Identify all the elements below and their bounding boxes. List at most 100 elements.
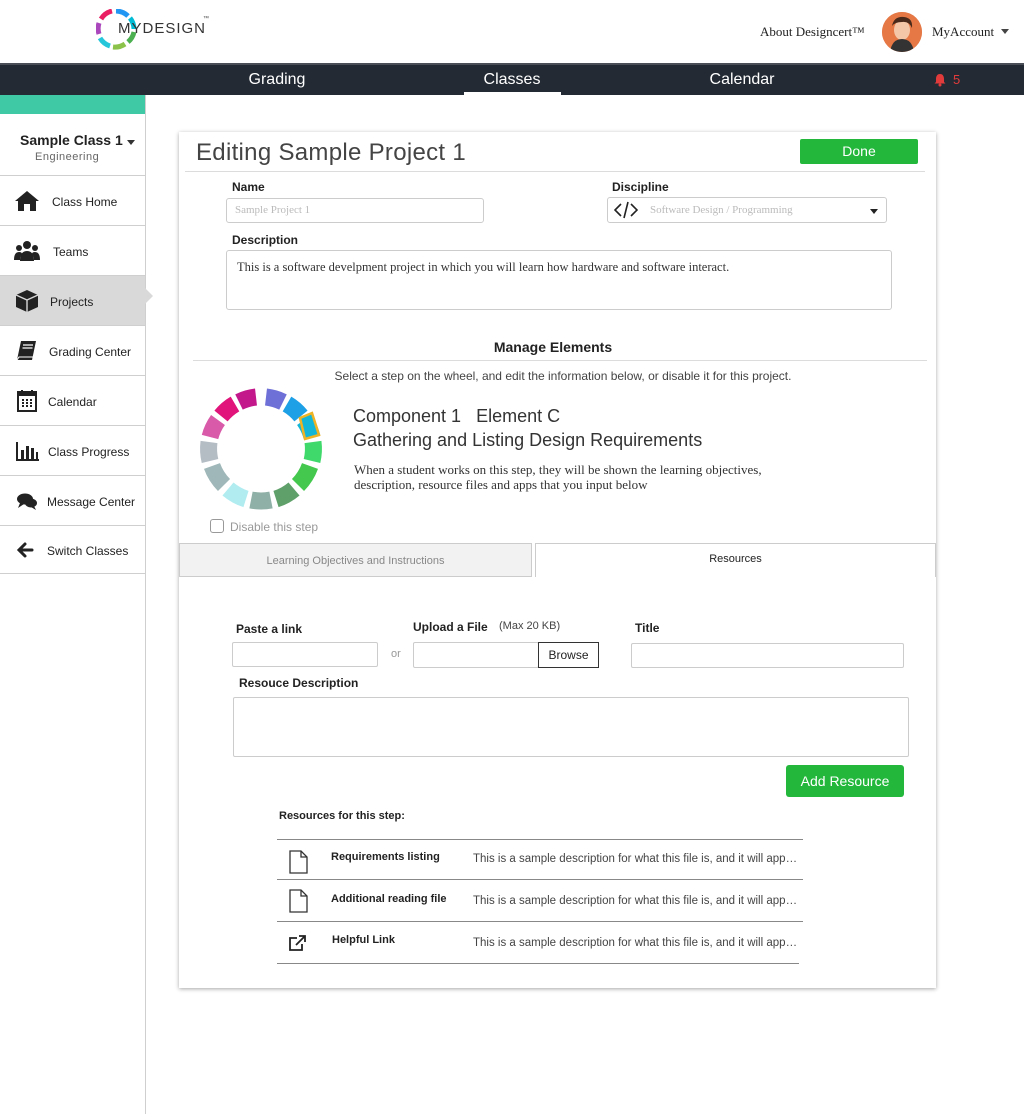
sidebar-item-message-center[interactable]: Message Center: [0, 476, 145, 526]
discipline-value: Software Design / Programming: [650, 204, 793, 216]
notification-count[interactable]: 5: [953, 72, 960, 87]
class-selector[interactable]: Sample Class 1 Engineering: [0, 114, 145, 176]
sidebar-item-grading-center[interactable]: Grading Center: [0, 326, 145, 376]
browse-button[interactable]: Browse: [538, 642, 599, 668]
description-label: Description: [232, 233, 299, 247]
component-title: Component 1 Element C: [353, 406, 561, 426]
disable-step-label[interactable]: Disable this step: [230, 520, 318, 534]
nav-tab-classes[interactable]: Classes: [464, 71, 560, 89]
wheel-segment[interactable]: [264, 388, 287, 410]
project-editor-card: Editing Sample Project 1 Done Name Sampl…: [179, 132, 936, 988]
title-label: Title: [635, 621, 660, 635]
book-icon: [16, 341, 36, 361]
done-button[interactable]: Done: [800, 139, 918, 164]
calendar-icon: [17, 390, 37, 412]
resource-description: This is a sample description for what th…: [473, 937, 801, 949]
resource-row[interactable]: Helpful Link This is a sample descriptio…: [277, 921, 803, 963]
chat-icon: [17, 493, 37, 510]
tab-resources[interactable]: Resources: [535, 543, 936, 577]
bell-icon[interactable]: [933, 73, 947, 87]
nav-tab-grading[interactable]: Grading: [236, 71, 318, 89]
sidebar-item-projects[interactable]: Projects: [0, 276, 153, 326]
sidebar-accent-bar: [0, 95, 145, 114]
chevron-down-icon[interactable]: [1001, 29, 1009, 34]
divider: [277, 963, 799, 964]
paste-link-label: Paste a link: [236, 622, 303, 636]
wheel-segment[interactable]: [201, 415, 226, 440]
selected-wheel-segment[interactable]: [298, 411, 321, 441]
sidebar-item-teams[interactable]: Teams: [0, 226, 145, 276]
sidebar-item-label: Switch Classes: [47, 544, 129, 558]
project-description-textarea[interactable]: This is a software develpment project in…: [226, 250, 892, 310]
sidebar-item-switch-classes[interactable]: Switch Classes: [0, 526, 145, 574]
wheel-segment[interactable]: [204, 462, 231, 491]
my-account-menu[interactable]: MyAccount: [932, 24, 994, 40]
sidebar-item-calendar[interactable]: Calendar: [0, 376, 145, 426]
paste-link-input[interactable]: [232, 642, 378, 667]
wheel-segment[interactable]: [273, 482, 300, 508]
active-indicator-arrow: [145, 288, 153, 304]
resource-row[interactable]: Requirements listing This is a sample de…: [277, 839, 803, 881]
step-description: When a student works on this step, they …: [354, 462, 762, 492]
resource-description-textarea[interactable]: [233, 697, 909, 757]
resource-name[interactable]: Helpful Link: [332, 934, 395, 946]
sidebar-item-label: Calendar: [48, 395, 97, 409]
name-label: Name: [232, 180, 265, 194]
disable-step-checkbox[interactable]: [210, 519, 224, 533]
logo-trademark: ™: [203, 16, 209, 22]
sidebar-item-class-home[interactable]: Class Home: [0, 176, 145, 226]
wheel-segment[interactable]: [291, 462, 318, 491]
design-step-wheel[interactable]: [199, 384, 324, 514]
upload-file-label: Upload a File: [413, 620, 488, 634]
divider: [193, 360, 927, 361]
active-tab-indicator: [464, 92, 561, 95]
file-icon: [289, 889, 308, 913]
sidebar-item-label: Class Progress: [48, 445, 130, 459]
resource-description-label: Resouce Description: [239, 676, 359, 690]
resource-title-input[interactable]: [631, 643, 904, 668]
tab-learning-objectives[interactable]: Learning Objectives and Instructions: [179, 543, 532, 577]
sidebar: Sample Class 1 Engineering Class Home Te…: [0, 95, 153, 1114]
chevron-down-icon[interactable]: [870, 209, 878, 214]
arrow-left-icon: [16, 542, 34, 558]
chevron-down-icon[interactable]: [127, 140, 135, 145]
resource-name[interactable]: Additional reading file: [331, 893, 447, 905]
nav-tab-calendar[interactable]: Calendar: [700, 71, 784, 89]
sidebar-item-class-progress[interactable]: Class Progress: [0, 426, 145, 476]
resource-name[interactable]: Requirements listing: [331, 851, 440, 863]
external-link-icon: [289, 935, 306, 951]
add-resource-button[interactable]: Add Resource: [786, 765, 904, 797]
wheel-segment[interactable]: [200, 440, 219, 463]
resource-description: This is a sample description for what th…: [473, 895, 801, 907]
wheel-segment[interactable]: [214, 396, 240, 422]
about-link[interactable]: About Designcert™: [760, 24, 865, 40]
avatar[interactable]: [882, 12, 922, 52]
wheel-segment[interactable]: [249, 491, 273, 510]
logo-text: MYDESIGN: [118, 20, 207, 37]
manage-elements-heading: Manage Elements: [493, 339, 613, 355]
resources-list-heading: Resources for this step:: [279, 810, 405, 822]
wheel-segment[interactable]: [303, 440, 322, 463]
code-icon: [614, 201, 638, 219]
or-label: or: [391, 648, 401, 660]
wheel-segment[interactable]: [282, 396, 308, 422]
upload-file-input[interactable]: [413, 642, 539, 668]
header: MYDESIGN ™ About Designcert™ MyAccount: [0, 0, 1024, 63]
class-subtitle: Engineering: [35, 151, 100, 163]
resource-row[interactable]: Additional reading file This is a sample…: [277, 879, 803, 921]
resource-description: This is a sample description for what th…: [473, 853, 801, 865]
top-nav: Grading Classes Calendar 5: [0, 63, 1024, 95]
sidebar-item-label: Grading Center: [49, 345, 132, 359]
wheel-segment[interactable]: [222, 482, 249, 508]
divider: [185, 171, 925, 172]
file-icon: [289, 850, 308, 874]
project-name-input[interactable]: Sample Project 1: [226, 198, 484, 223]
discipline-select[interactable]: Software Design / Programming: [607, 197, 887, 223]
users-icon: [14, 241, 40, 261]
sidebar-item-label: Message Center: [47, 495, 136, 509]
avatar-image: [882, 12, 922, 52]
sidebar-item-label: Class Home: [52, 195, 118, 209]
cube-icon: [15, 290, 39, 312]
wheel-segment[interactable]: [235, 388, 258, 410]
sidebar-item-label: Projects: [50, 295, 94, 309]
